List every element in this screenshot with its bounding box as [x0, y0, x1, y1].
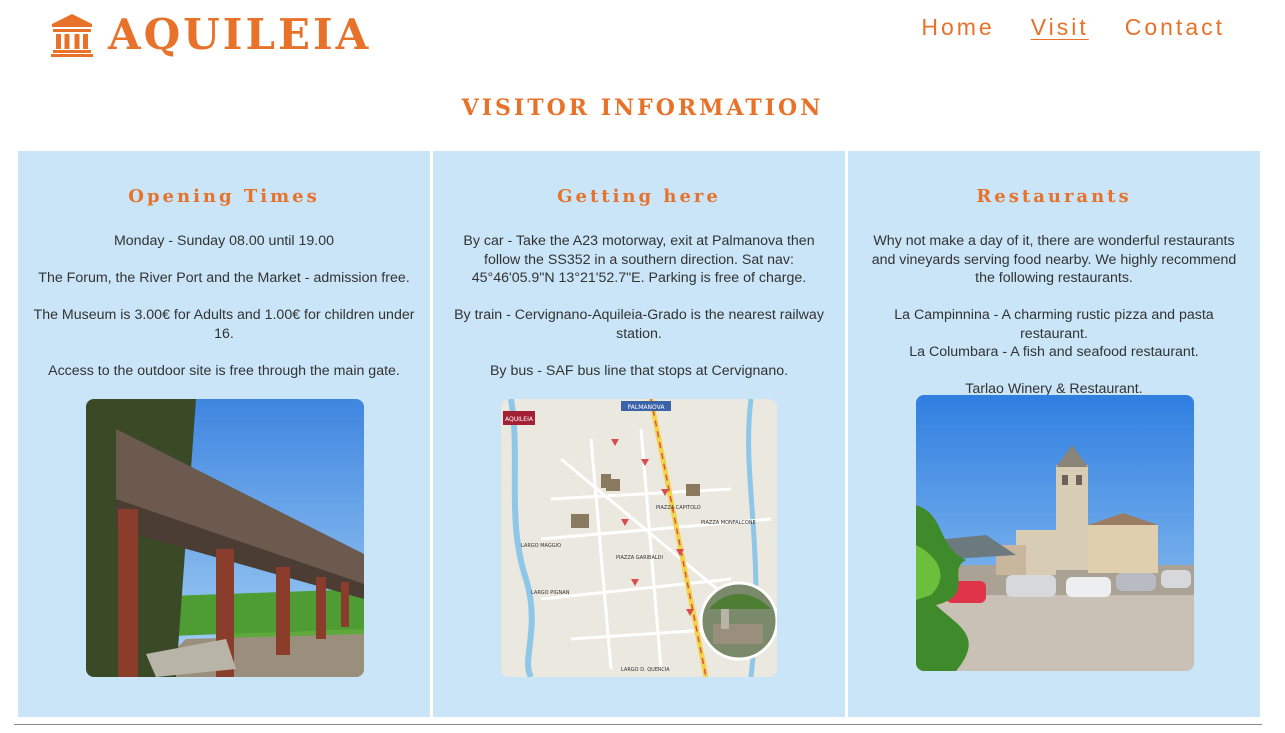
site-header: AQUILEIA Home Visit Contact [0, 0, 1285, 70]
card-restaurants: Restaurants Why not make a day of it, th… [848, 151, 1260, 717]
roman-columns-photo [86, 399, 364, 677]
card-paragraph: By train - Cervignano-Aquileia-Grado is … [454, 307, 824, 342]
card-paragraph: La Columbara - A fish and seafood restau… [909, 344, 1199, 361]
museum-icon [51, 14, 93, 57]
card-paragraph: By car - Take the A23 motorway, exit at … [463, 233, 815, 287]
main-nav: Home Visit Contact [885, 12, 1225, 42]
map-label: PIAZZA GARIBALDI [616, 555, 663, 561]
logo[interactable]: AQUILEIA [50, 10, 371, 60]
card-body: Why not make a day of it, there are wond… [860, 232, 1248, 417]
card-opening-times: Opening Times Monday - Sunday 08.00 unti… [18, 151, 430, 717]
brand-name: AQUILEIA [108, 10, 372, 59]
card-body: Monday - Sunday 08.00 until 19.00 The Fo… [30, 232, 418, 399]
card-title: Opening Times [128, 186, 320, 207]
map-label: LARGO PIGNAN [531, 590, 570, 596]
card-body: By car - Take the A23 motorway, exit at … [445, 232, 833, 399]
map-label: PIAZZA MONFALCONE [701, 520, 756, 526]
footer-divider [14, 724, 1262, 725]
map-label: PIAZZA CAPITOLO [656, 505, 701, 511]
card-paragraph: The Forum, the River Port and the Market… [38, 269, 410, 286]
card-getting-here: Getting here By car - Take the A23 motor… [433, 151, 845, 717]
card-paragraph: Why not make a day of it, there are wond… [871, 233, 1237, 287]
card-paragraph: The Museum is 3.00€ for Adults and 1.00€… [33, 306, 415, 342]
nav-home[interactable]: Home [921, 12, 994, 42]
basilica-square-photo [916, 395, 1194, 671]
card-paragraph: La Campinnina - A charming rustic pizza … [894, 307, 1214, 342]
page-title: VISITOR INFORMATION [461, 95, 824, 121]
nav-visit[interactable]: Visit [1031, 12, 1089, 42]
card-paragraph: By bus - SAF bus line that stops at Cerv… [489, 362, 789, 379]
info-cards: Opening Times Monday - Sunday 08.00 unti… [18, 151, 1260, 717]
map-header: PALMANOVA [628, 404, 666, 411]
town-map: AQUILEIA PALMANOVA PIAZZA CAPITOLO PIAZZ… [501, 399, 777, 677]
card-paragraph: Access to the outdoor site is free throu… [48, 362, 400, 379]
card-paragraph: Monday - Sunday 08.00 until 19.00 [113, 233, 335, 249]
map-badge: AQUILEIA [505, 416, 534, 423]
nav-contact[interactable]: Contact [1125, 12, 1225, 42]
card-title: Restaurants [976, 186, 1132, 207]
map-label: LARGO D. QUERCIA [621, 667, 670, 673]
card-title: Getting here [557, 186, 721, 207]
map-label: LARGO MAGGIO [521, 543, 561, 549]
